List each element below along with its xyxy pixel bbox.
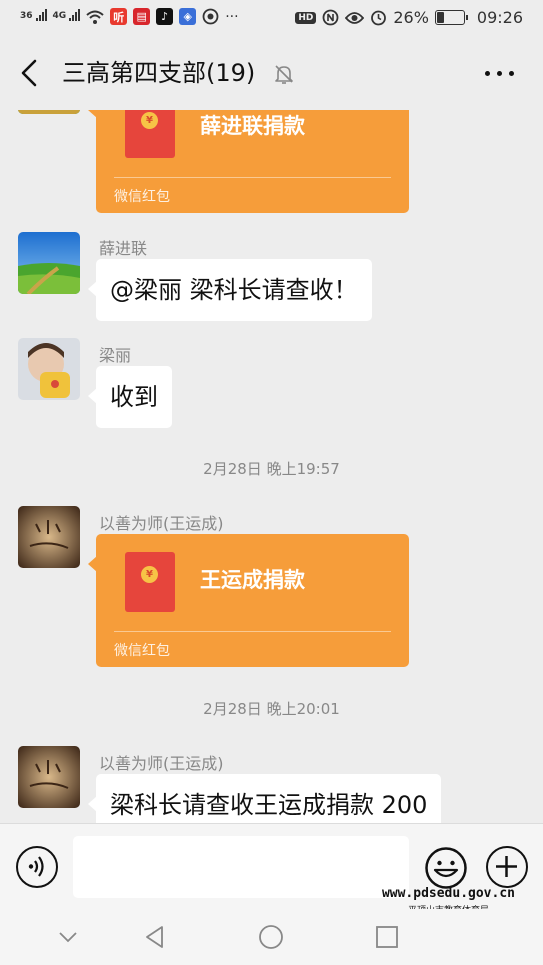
- calligraphy-avatar[interactable]: [18, 746, 80, 808]
- status-bar: 36 4G 听 ▤ ♪ ◈ ··· HD 26% 09:26: [0, 0, 543, 36]
- message-list[interactable]: ¥ 薛进联捐款 微信红包 薛进联 @梁丽 梁科长请查收！ 梁丽 收到 2月28日…: [0, 110, 543, 823]
- battery-icon: [434, 10, 468, 25]
- home-circle-icon[interactable]: [257, 923, 285, 951]
- red-packet-label: 微信红包: [114, 643, 170, 659]
- recents-square-icon[interactable]: [373, 923, 401, 951]
- calligraphy-avatar[interactable]: [18, 506, 80, 568]
- signal-icon: 4G: [53, 9, 81, 21]
- hd-icon: HD: [295, 11, 317, 24]
- more-icon[interactable]: [485, 66, 517, 80]
- child-avatar[interactable]: [18, 338, 80, 400]
- app-notification-icon: 听: [110, 8, 128, 25]
- message-input[interactable]: [73, 836, 409, 898]
- red-packet-message[interactable]: ¥ 薛进联捐款 微信红包: [88, 110, 409, 213]
- battery-percent: 26%: [393, 8, 429, 27]
- sender-name: 薛进联: [99, 239, 148, 258]
- red-packet-message[interactable]: ¥ 王运成捐款 微信红包: [88, 534, 409, 667]
- text-message-bubble[interactable]: 梁科长请查收王运成捐款 200: [87, 774, 442, 823]
- landscape-avatar[interactable]: [18, 110, 80, 114]
- plus-icon[interactable]: [486, 846, 528, 888]
- eye-icon: [345, 11, 365, 24]
- red-envelope-icon: ¥: [125, 110, 175, 158]
- red-packet-label: 微信红包: [114, 189, 170, 205]
- emoji-icon[interactable]: [424, 846, 468, 890]
- nfc-icon: [322, 9, 339, 26]
- alarm-icon: [371, 10, 387, 26]
- red-envelope-icon: ¥: [125, 552, 175, 612]
- app-icon: ◈: [179, 8, 197, 25]
- message-timestamp: 2月28日 晚上20:01: [203, 700, 340, 718]
- landscape-avatar[interactable]: [18, 232, 80, 294]
- watermark-url: www.pdsedu.gov.cn: [381, 886, 515, 901]
- voice-icon[interactable]: [16, 846, 58, 888]
- message-timestamp: 2月28日 晚上19:57: [203, 460, 340, 478]
- vpn-icon: [202, 8, 219, 25]
- chevron-down-icon[interactable]: [54, 923, 82, 951]
- wifi-icon: [86, 10, 104, 24]
- red-packet-title: 薛进联捐款: [200, 114, 305, 138]
- signal-icon: 36: [20, 9, 47, 21]
- sender-name: 以善为师(王运成): [99, 754, 224, 773]
- back-arrow-icon[interactable]: [14, 56, 44, 90]
- sender-name: 以善为师(王运成): [99, 514, 224, 533]
- system-nav-bar: [0, 909, 543, 965]
- chat-title[interactable]: 三高第四支部(19): [62, 56, 255, 90]
- clock: 09:26: [476, 8, 523, 27]
- back-triangle-icon[interactable]: [141, 923, 169, 951]
- more-notifications-icon: ···: [225, 8, 239, 25]
- text-message-bubble[interactable]: 收到: [88, 366, 172, 428]
- chat-header: 三高第四支部(19): [0, 36, 543, 110]
- news-app-icon: ▤: [133, 8, 151, 25]
- tiktok-icon: ♪: [156, 8, 174, 25]
- sender-name: 梁丽: [99, 346, 132, 365]
- red-packet-title: 王运成捐款: [200, 568, 305, 592]
- text-message-bubble[interactable]: @梁丽 梁科长请查收！: [88, 259, 372, 321]
- mute-bell-icon: [275, 65, 293, 84]
